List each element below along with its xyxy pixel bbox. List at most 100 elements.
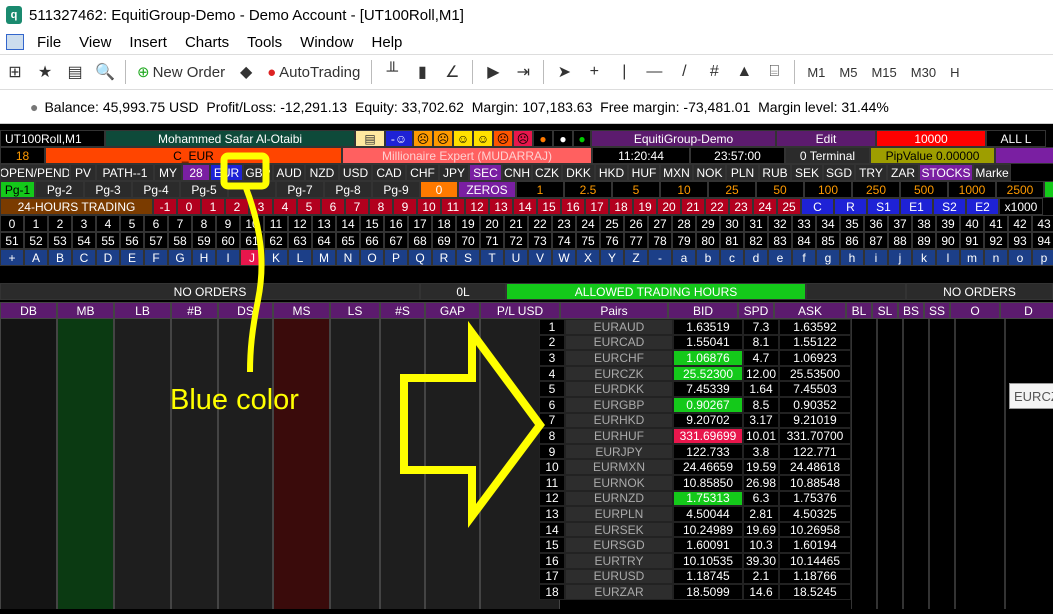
pair-name[interactable]: EURGBP xyxy=(565,396,673,413)
multiplier-button[interactable]: 0 xyxy=(420,181,458,198)
letter-button[interactable]: + xyxy=(0,249,24,266)
number-button[interactable]: 68 xyxy=(408,232,432,249)
currency-tab-czk[interactable]: CZK xyxy=(532,164,562,181)
letter-button[interactable]: l xyxy=(936,249,960,266)
hour-button[interactable]: 18 xyxy=(609,198,633,215)
number-button[interactable]: 9 xyxy=(216,215,240,232)
number-button[interactable]: 78 xyxy=(648,232,672,249)
currency-tab-path1[interactable]: PATH--1 xyxy=(96,164,154,181)
table-row[interactable]: 15 EURSGD 1.60091 10.3 1.60194 xyxy=(539,537,851,553)
timeframe-m5[interactable]: M5 xyxy=(834,59,862,85)
page-button[interactable]: Pg-1 xyxy=(0,181,35,198)
letter-button[interactable]: Z xyxy=(624,249,648,266)
hour-button[interactable]: 11 xyxy=(441,198,465,215)
pair-name[interactable]: EURNZD xyxy=(565,490,673,507)
currency-tab-marke[interactable]: Marke xyxy=(973,164,1011,181)
letter-button[interactable]: f xyxy=(792,249,816,266)
multiplier-button[interactable]: 50 xyxy=(756,181,804,198)
smile-icon[interactable]: -☺ xyxy=(385,130,413,147)
column-header-ss[interactable]: SS xyxy=(924,302,950,319)
multiplier-button[interactable]: 1 xyxy=(516,181,564,198)
smile-icon[interactable]: ☺ xyxy=(453,130,473,147)
vertical-line-icon[interactable]: | xyxy=(611,59,637,85)
menu-tools[interactable]: Tools xyxy=(238,34,291,51)
letter-button[interactable]: k xyxy=(912,249,936,266)
pair-name[interactable]: EURSEK xyxy=(565,521,673,538)
letter-button[interactable]: E xyxy=(120,249,144,266)
table-row[interactable]: 18 EURZAR 18.5099 14.6 18.5245 xyxy=(539,584,851,600)
currency-tab-eur[interactable]: EUR xyxy=(210,164,243,181)
letter-button[interactable]: o xyxy=(1008,249,1032,266)
number-button[interactable]: 21 xyxy=(504,215,528,232)
market-watch-icon[interactable]: ▤ xyxy=(62,59,88,85)
table-row[interactable]: 8 EURHUF 331.69699 10.01 331.70700 xyxy=(539,428,851,444)
column-header-mb[interactable]: MB xyxy=(57,302,114,319)
number-button[interactable]: 39 xyxy=(936,215,960,232)
hour-button[interactable]: 3 xyxy=(249,198,273,215)
letter-button[interactable]: Y xyxy=(600,249,624,266)
number-button[interactable]: 32 xyxy=(768,215,792,232)
table-row[interactable]: 14 EURSEK 10.24989 19.69 10.26958 xyxy=(539,521,851,538)
number-button[interactable]: 4 xyxy=(96,215,120,232)
number-button[interactable]: 79 xyxy=(672,232,696,249)
zoom-in-icon[interactable]: ▶ xyxy=(480,59,506,85)
table-row[interactable]: 3 EURCHF 1.06876 4.7 1.06923 xyxy=(539,350,851,366)
number-button[interactable]: 52 xyxy=(24,232,48,249)
terminal-button[interactable]: 0 Terminal xyxy=(785,147,870,164)
hour-button[interactable]: 20 xyxy=(657,198,681,215)
number-button[interactable]: 61 xyxy=(240,232,264,249)
number-button[interactable]: 73 xyxy=(528,232,552,249)
white-dot-icon[interactable]: ● xyxy=(553,130,573,147)
letter-button[interactable]: W xyxy=(552,249,576,266)
hour-button[interactable]: 4 xyxy=(273,198,297,215)
table-row[interactable]: 2 EURCAD 1.55041 8.1 1.55122 xyxy=(539,334,851,351)
column-header-b[interactable]: #B xyxy=(171,302,218,319)
letter-button[interactable]: B xyxy=(48,249,72,266)
letter-button[interactable]: N xyxy=(336,249,360,266)
number-button[interactable]: 55 xyxy=(96,232,120,249)
number-button[interactable]: 27 xyxy=(648,215,672,232)
number-button[interactable]: 77 xyxy=(624,232,648,249)
letter-button[interactable]: c xyxy=(720,249,744,266)
multiplier-button[interactable]: 1000 xyxy=(948,181,996,198)
number-button[interactable]: 89 xyxy=(912,232,936,249)
pair-name[interactable]: EURZAR xyxy=(565,584,673,600)
hour-button[interactable]: 6 xyxy=(321,198,345,215)
currency-tab-sgd[interactable]: SGD xyxy=(823,164,855,181)
multiplier-button[interactable]: 500 xyxy=(900,181,948,198)
number-button[interactable]: 19 xyxy=(456,215,480,232)
letter-button[interactable]: K xyxy=(264,249,288,266)
crosshair-icon[interactable]: + xyxy=(581,59,607,85)
page-button[interactable]: Pg-2 xyxy=(35,181,84,198)
pair-name[interactable]: EURAUD xyxy=(565,319,673,335)
table-row[interactable]: 5 EURDKK 7.45339 1.64 7.45503 xyxy=(539,381,851,397)
sad-icon[interactable]: ☹ xyxy=(413,130,433,147)
hour-button[interactable]: 13 xyxy=(489,198,513,215)
currency-tab-cad[interactable]: CAD xyxy=(372,164,406,181)
orange-dot-icon[interactable]: ● xyxy=(533,130,553,147)
number-button[interactable]: 36 xyxy=(864,215,888,232)
currency-tab-usd[interactable]: USD xyxy=(339,164,372,181)
multiplier-button[interactable]: 250 xyxy=(852,181,900,198)
chart-window[interactable]: UT100Roll,M1 Mohammed Safar Al-Otaibi ▤ -☺ ☹… xyxy=(0,126,1053,614)
multiplier-button[interactable]: 100 xyxy=(804,181,852,198)
number-button[interactable]: 54 xyxy=(72,232,96,249)
number-button[interactable]: 69 xyxy=(432,232,456,249)
column-header-sl[interactable]: SL xyxy=(872,302,898,319)
letter-button[interactable]: g xyxy=(816,249,840,266)
hour-button[interactable]: 21 xyxy=(681,198,705,215)
number-button[interactable]: 11 xyxy=(264,215,288,232)
number-button[interactable]: 51 xyxy=(0,232,24,249)
menu-charts[interactable]: Charts xyxy=(176,34,238,51)
page-button[interactable]: Pg-9 xyxy=(372,181,420,198)
letter-button[interactable]: L xyxy=(288,249,312,266)
hour-button[interactable]: -1 xyxy=(153,198,177,215)
number-button[interactable]: 12 xyxy=(288,215,312,232)
page-button[interactable]: Pg-3 xyxy=(84,181,132,198)
number-button[interactable]: 42 xyxy=(1008,215,1032,232)
hour-button[interactable]: x1000 xyxy=(999,198,1043,215)
letter-button[interactable]: m xyxy=(960,249,984,266)
hour-button[interactable]: 12 xyxy=(465,198,489,215)
column-header-bs[interactable]: BS xyxy=(898,302,924,319)
number-button[interactable]: 7 xyxy=(168,215,192,232)
